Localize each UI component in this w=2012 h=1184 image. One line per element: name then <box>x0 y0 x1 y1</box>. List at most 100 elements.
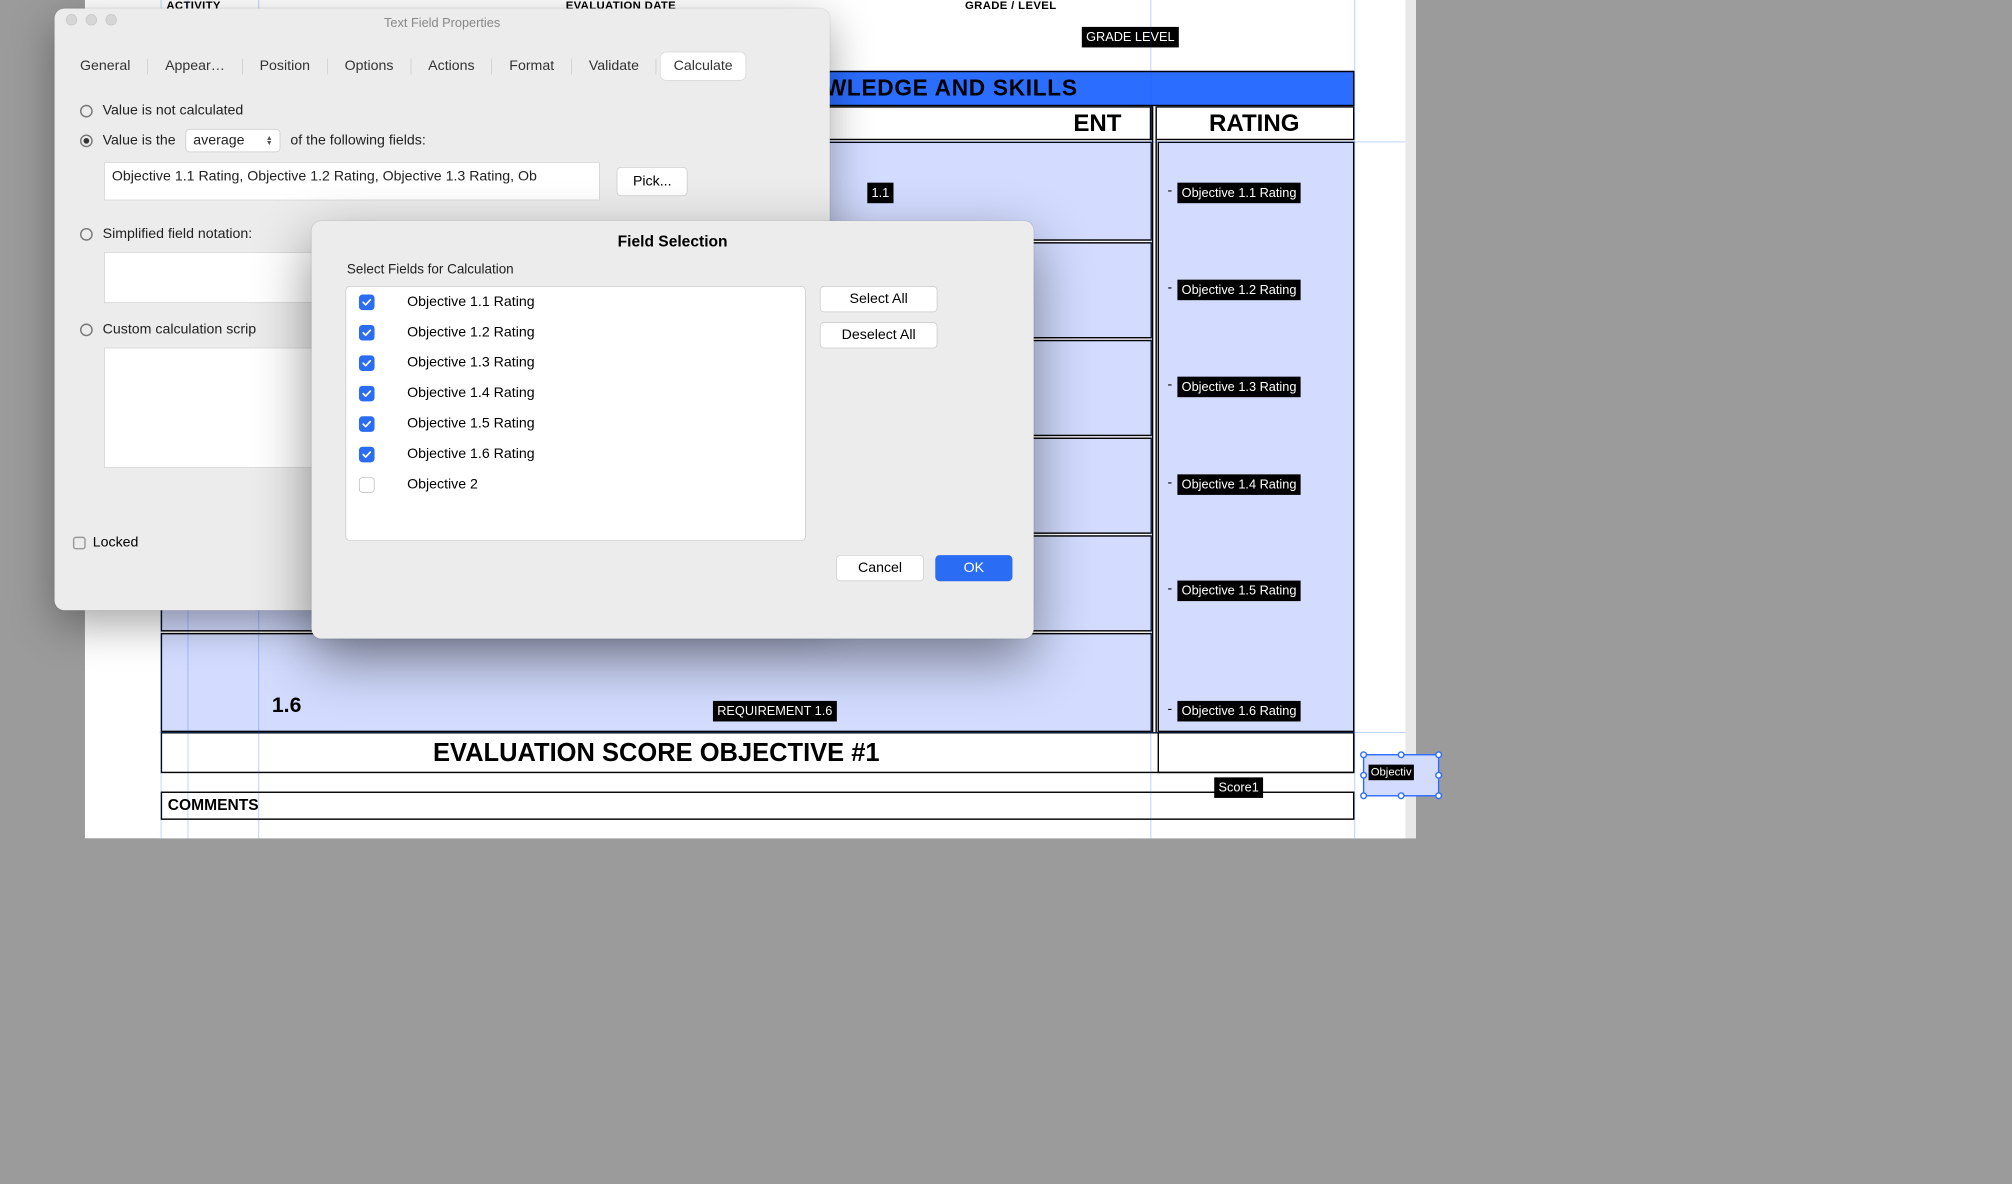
cancel-button[interactable]: Cancel <box>836 555 924 581</box>
comments-row <box>161 792 1355 820</box>
comments-label: COMMENTS <box>168 796 259 814</box>
checkbox[interactable] <box>359 386 375 402</box>
tab-actions[interactable]: Actions <box>415 52 487 80</box>
rating-col[interactable] <box>1158 142 1355 732</box>
locked-checkbox[interactable] <box>73 536 86 549</box>
fs-item[interactable]: Objective 1.6 Rating <box>346 439 805 469</box>
resize-handle[interactable] <box>1435 792 1442 799</box>
radio-value-is[interactable] <box>80 134 93 147</box>
fs-item[interactable]: Objective 1.5 Rating <box>346 409 805 439</box>
resize-handle[interactable] <box>1360 751 1367 758</box>
divider <box>571 58 572 74</box>
eval-score-cell[interactable] <box>1158 732 1355 773</box>
tab-position[interactable]: Position <box>247 52 323 80</box>
fields-display[interactable]: Objective 1.1 Rating, Objective 1.2 Rati… <box>104 162 600 200</box>
resize-handle[interactable] <box>1435 751 1442 758</box>
resize-handle[interactable] <box>1435 772 1442 779</box>
tab-format[interactable]: Format <box>497 52 567 80</box>
col-divider <box>1152 106 1157 733</box>
divider <box>492 58 493 74</box>
select-all-button[interactable]: Select All <box>820 286 938 312</box>
close-icon[interactable] <box>66 14 77 25</box>
field-req-11[interactable]: 1.1 <box>867 183 893 204</box>
field-obj-1-3[interactable]: Objective 1.3 Rating <box>1177 377 1300 398</box>
dialog-title: Text Field Properties <box>55 8 830 30</box>
divider <box>147 58 148 74</box>
fs-item[interactable]: Objective 1.3 Rating <box>346 348 805 378</box>
field-obj-1-5[interactable]: Objective 1.5 Rating <box>1177 581 1300 602</box>
field-selected-label[interactable]: Objectiv <box>1369 765 1414 781</box>
divider <box>410 58 411 74</box>
label-of-following: of the following fields: <box>290 132 425 148</box>
label-custom: Custom calculation scrip <box>103 321 256 337</box>
fs-item-label: Objective 1.6 Rating <box>407 446 535 462</box>
field-req-16[interactable]: REQUIREMENT 1.6 <box>713 701 837 722</box>
resize-handle[interactable] <box>1360 772 1367 779</box>
checkbox[interactable] <box>359 446 375 462</box>
radio-simplified[interactable] <box>80 228 93 241</box>
radio-not-calculated[interactable] <box>80 104 93 117</box>
label-not-calculated: Value is not calculated <box>103 103 244 119</box>
aggregate-value: average <box>193 132 244 148</box>
field-obj-1-6[interactable]: Objective 1.6 Rating <box>1177 701 1300 722</box>
guide <box>1151 0 1152 838</box>
dash-icon: - <box>1167 280 1172 296</box>
field-grade-level[interactable]: GRADE LEVEL <box>1082 27 1179 48</box>
traffic-lights <box>66 14 117 25</box>
fs-item-label: Objective 1.3 Rating <box>407 355 535 371</box>
aggregate-select[interactable]: average ▲▼ <box>186 129 281 152</box>
fs-item-label: Objective 1.2 Rating <box>407 324 535 340</box>
ok-button[interactable]: OK <box>935 555 1012 581</box>
resize-handle[interactable] <box>1398 751 1405 758</box>
fs-item[interactable]: Objective 1.2 Rating <box>346 317 805 347</box>
zoom-icon[interactable] <box>105 14 116 25</box>
field-obj-1-2[interactable]: Objective 1.2 Rating <box>1177 280 1300 301</box>
field-obj-1-4[interactable]: Objective 1.4 Rating <box>1177 474 1300 495</box>
checkbox[interactable] <box>359 477 375 493</box>
dash-icon: - <box>1167 183 1172 199</box>
dash-icon: - <box>1167 701 1172 717</box>
checkbox[interactable] <box>359 325 375 341</box>
eval-score-label: EVALUATION SCORE OBJECTIVE #1 <box>161 732 1152 773</box>
resize-handle[interactable] <box>1360 792 1367 799</box>
fs-item[interactable]: Objective 1.4 Rating <box>346 378 805 408</box>
label-value-is: Value is the <box>103 132 176 148</box>
req-cell-6[interactable] <box>161 633 1152 732</box>
fs-list[interactable]: Objective 1.1 Rating Objective 1.2 Rating… <box>346 286 806 541</box>
fs-item[interactable]: Objective 1.1 Rating <box>346 287 805 317</box>
fs-subtitle: Select Fields for Calculation <box>312 259 1034 283</box>
checkbox[interactable] <box>359 355 375 371</box>
field-selection-dialog[interactable]: Field Selection Select Fields for Calcul… <box>312 221 1034 639</box>
fs-item[interactable]: Objective 2 <box>346 469 805 499</box>
label-simplified: Simplified field notation: <box>103 226 253 242</box>
dash-icon: - <box>1167 377 1172 393</box>
col-grade: GRADE / LEVEL <box>965 0 1056 13</box>
fs-item-label: Objective 2 <box>407 476 478 492</box>
guide <box>1354 0 1355 838</box>
resize-handle[interactable] <box>1398 792 1405 799</box>
tab-options[interactable]: Options <box>332 52 406 80</box>
guide <box>159 732 1405 733</box>
tabs: General Appear… Position Options Actions… <box>55 40 830 86</box>
tab-calculate[interactable]: Calculate <box>661 52 746 80</box>
fs-item-label: Objective 1.1 Rating <box>407 294 535 310</box>
minimize-icon[interactable] <box>86 14 97 25</box>
row-number-16: 1.6 <box>272 694 302 718</box>
tab-appearance[interactable]: Appear… <box>152 52 237 80</box>
radio-custom[interactable] <box>80 323 93 336</box>
titlebar[interactable]: Text Field Properties <box>55 8 830 39</box>
tab-general[interactable]: General <box>67 52 143 80</box>
chevron-updown-icon: ▲▼ <box>266 136 273 146</box>
deselect-all-button[interactable]: Deselect All <box>820 322 938 348</box>
divider <box>242 58 243 74</box>
pick-button[interactable]: Pick... <box>617 167 688 196</box>
checkbox[interactable] <box>359 416 375 432</box>
fs-item-label: Objective 1.4 Rating <box>407 385 535 401</box>
fs-item-label: Objective 1.5 Rating <box>407 416 535 432</box>
locked-label: Locked <box>93 535 139 551</box>
dash-icon: - <box>1167 474 1172 490</box>
checkbox[interactable] <box>359 294 375 310</box>
tab-validate[interactable]: Validate <box>576 52 652 80</box>
section-header-text: WLEDGE AND SKILLS <box>825 75 1078 101</box>
field-obj-1-1[interactable]: Objective 1.1 Rating <box>1177 183 1300 204</box>
